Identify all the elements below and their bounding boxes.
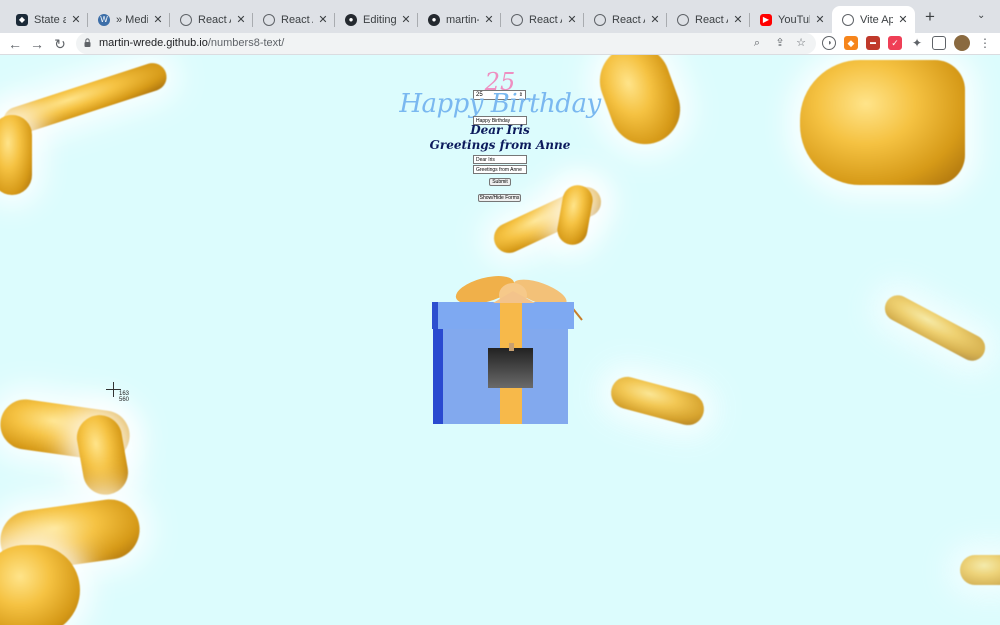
- extension-icon[interactable]: ◑: [822, 36, 836, 50]
- cursor-y: 560: [119, 397, 130, 403]
- close-icon[interactable]: ✕: [649, 13, 661, 26]
- chevron-down-icon[interactable]: ⌄: [977, 10, 985, 21]
- forward-button[interactable]: →: [28, 35, 46, 53]
- youtube-icon: ▶: [760, 13, 772, 26]
- reload-button[interactable]: ↻: [51, 35, 69, 53]
- close-icon[interactable]: ✕: [483, 13, 495, 26]
- greeting-line: Greetings from Anne: [429, 138, 571, 152]
- pocket-icon[interactable]: ✓: [888, 36, 902, 50]
- headline-text: Happy Birthday: [399, 89, 601, 119]
- side-panel-icon[interactable]: [932, 36, 946, 50]
- github-icon: ●: [345, 13, 357, 26]
- tab-title: Vite App: [860, 13, 893, 26]
- lock-icon: [84, 38, 91, 47]
- balloon-shape: [880, 290, 990, 366]
- tab-title: React App: [281, 13, 313, 26]
- tab-react-app-1[interactable]: React App ✕: [170, 6, 253, 33]
- zoom-icon[interactable]: ⌕: [750, 36, 764, 50]
- share-icon[interactable]: ⇪: [773, 36, 787, 50]
- new-tab-button[interactable]: +: [921, 8, 939, 26]
- tab-react-app-4[interactable]: React App ✕: [584, 6, 667, 33]
- globe-icon: [842, 13, 854, 26]
- close-icon[interactable]: ✕: [235, 13, 247, 26]
- close-icon[interactable]: ✕: [317, 13, 329, 26]
- tab-media[interactable]: W » Media A ✕: [88, 6, 170, 33]
- globe-icon: [180, 13, 192, 26]
- close-icon[interactable]: ✕: [732, 13, 744, 26]
- balloon-shape: [555, 182, 595, 248]
- address-bar[interactable]: martin-wrede.github.io/numbers8-text/ ⌕ …: [76, 33, 816, 54]
- url-host: martin-wrede.github.io: [99, 37, 208, 49]
- puzzle-icon[interactable]: ✦: [910, 36, 924, 50]
- dear-line: Dear Iris: [470, 123, 530, 137]
- tab-title: React App: [198, 13, 231, 26]
- tab-editing[interactable]: ● Editing a ✕: [335, 6, 418, 33]
- dear-input[interactable]: Dear Iris: [473, 155, 527, 164]
- globe-icon: [511, 13, 523, 26]
- tab-vite-app[interactable]: Vite App ✕: [832, 6, 915, 33]
- tab-title: React App: [612, 13, 645, 26]
- balloon-shape: [607, 373, 708, 429]
- tab-title: State and: [34, 13, 66, 26]
- bookmark-star-icon[interactable]: ☆: [794, 36, 808, 50]
- submit-button[interactable]: Submit: [489, 178, 511, 186]
- show-hide-forms-button[interactable]: Show/Hide Forms: [478, 194, 521, 202]
- react-docs-icon: ◆: [16, 13, 28, 26]
- globe-icon: [594, 13, 606, 26]
- tab-react-app-3[interactable]: React App ✕: [501, 6, 584, 33]
- gift-tag: [488, 348, 533, 388]
- back-button[interactable]: ←: [6, 35, 24, 53]
- url-path: /numbers8-text/: [207, 37, 285, 49]
- greeting-input[interactable]: Greetings from Anne: [473, 165, 527, 174]
- wordpress-icon: W: [98, 13, 110, 26]
- tab-title: React App: [695, 13, 728, 26]
- extension-red-icon[interactable]: ▬: [866, 36, 880, 50]
- browser-toolbar: ← → ↻ martin-wrede.github.io/numbers8-te…: [0, 33, 1000, 55]
- close-icon[interactable]: ✕: [400, 13, 412, 26]
- tab-martin-wrede[interactable]: ● martin-wr ✕: [418, 6, 501, 33]
- tab-title: React App: [529, 13, 562, 26]
- cursor-coordinates: 163 560: [119, 391, 129, 403]
- tab-title: Editing a: [363, 13, 396, 26]
- menu-icon[interactable]: ⋮: [978, 36, 992, 50]
- tab-title: » Media A: [116, 13, 148, 26]
- tab-state-and[interactable]: ◆ State and ✕: [6, 6, 88, 33]
- tab-title: martin-wr: [446, 13, 479, 26]
- tab-strip: ◆ State and ✕ W » Media A ✕ React App ✕ …: [0, 0, 1000, 33]
- balloon-shape: [960, 555, 1000, 585]
- tab-react-app-5[interactable]: React App ✕: [667, 6, 750, 33]
- avatar[interactable]: [954, 35, 970, 51]
- url-text[interactable]: martin-wrede.github.io/numbers8-text/: [99, 37, 284, 49]
- close-icon[interactable]: ✕: [70, 13, 82, 26]
- tab-title: YouTube: [778, 13, 810, 26]
- metamask-icon[interactable]: ◆: [844, 36, 858, 50]
- page-content: 25 25 ⇕ Happy Birthday Happy Birthday Dea…: [0, 55, 1000, 625]
- close-icon[interactable]: ✕: [814, 13, 826, 26]
- tab-youtube[interactable]: ▶ YouTube ✕: [750, 6, 832, 33]
- github-icon: ●: [428, 13, 440, 26]
- globe-icon: [263, 13, 275, 26]
- close-icon[interactable]: ✕: [566, 13, 578, 26]
- close-icon[interactable]: ✕: [897, 13, 909, 26]
- close-icon[interactable]: ✕: [152, 13, 164, 26]
- gift-box: [432, 276, 583, 424]
- globe-icon: [677, 13, 689, 26]
- tab-react-app-2[interactable]: React App ✕: [253, 6, 335, 33]
